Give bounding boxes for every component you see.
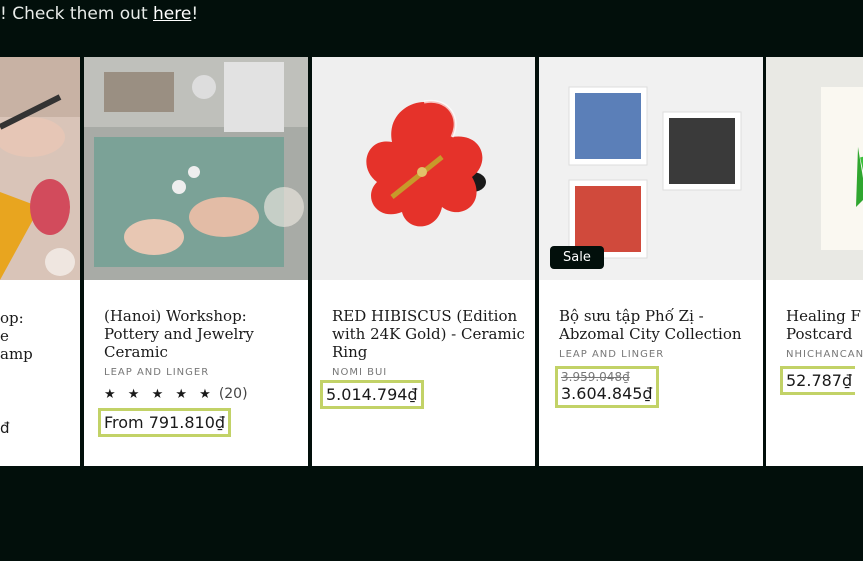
product-image[interactable] — [84, 57, 308, 280]
product-image[interactable] — [766, 57, 863, 280]
product-vendor: NOMI BUI — [332, 367, 388, 378]
product-card[interactable]: Healing F Postcard NHICHANCAN 52.787₫ — [766, 57, 863, 466]
star-rating-icon: ★ ★ ★ ★ ★ — [104, 387, 215, 402]
product-card[interactable]: Sale Bộ sưu tập Phố Zị - Abzomal City Co… — [539, 57, 763, 466]
product-price: 3.959.048₫ 3.604.845₫ — [555, 366, 659, 408]
compare-at-price: 3.959.048₫ — [561, 370, 630, 384]
product-image[interactable] — [0, 57, 80, 280]
sale-badge: Sale — [550, 246, 604, 269]
product-price: đ — [0, 419, 10, 437]
product-image[interactable] — [312, 57, 535, 280]
product-rating: ★ ★ ★ ★ ★ (20) — [104, 386, 302, 402]
banner-text-end: ! — [191, 4, 199, 24]
product-title[interactable]: Bộ sưu tập Phố Zị - Abzomal City Collect… — [559, 307, 757, 343]
rating-count: (20) — [218, 386, 248, 402]
banner-text: ! Check them out — [0, 4, 154, 24]
product-image[interactable]: Sale — [539, 57, 763, 280]
sale-price: 3.604.845₫ — [561, 384, 653, 403]
product-vendor: LEAP AND LINGER — [104, 367, 210, 378]
product-price: 52.787₫ — [780, 366, 856, 395]
banner-link[interactable]: here — [153, 4, 191, 24]
product-price: From 791.810₫ — [98, 408, 232, 437]
product-price: 5.014.794₫ — [320, 380, 424, 409]
product-title[interactable]: RED HIBISCUS (Edition with 24K Gold) - C… — [332, 307, 529, 361]
product-card[interactable]: op: e amp đ — [0, 57, 80, 466]
product-card[interactable]: (Hanoi) Workshop: Pottery and Jewelry Ce… — [84, 57, 308, 466]
product-title[interactable]: Healing F Postcard — [786, 307, 863, 343]
product-vendor: LEAP AND LINGER — [559, 349, 665, 360]
announcement-banner: ! Check them out here! — [0, 4, 198, 24]
product-title[interactable]: (Hanoi) Workshop: Pottery and Jewelry Ce… — [104, 307, 302, 361]
product-title[interactable]: op: e amp — [0, 309, 33, 363]
product-card[interactable]: RED HIBISCUS (Edition with 24K Gold) - C… — [312, 57, 535, 466]
product-vendor: NHICHANCAN — [786, 349, 863, 360]
